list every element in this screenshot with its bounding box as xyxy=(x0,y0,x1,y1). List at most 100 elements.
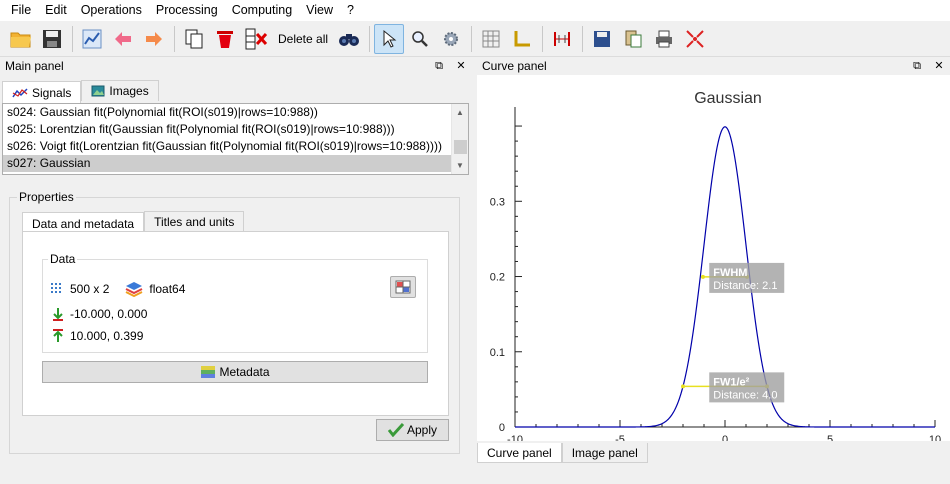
fullscreen-icon[interactable] xyxy=(680,24,710,54)
menu-processing[interactable]: Processing xyxy=(149,0,225,21)
data-size-value: 500 x 2 xyxy=(70,282,110,296)
dtype-layers-icon xyxy=(125,282,143,297)
grid-icon[interactable] xyxy=(476,24,506,54)
copy-plot-icon[interactable] xyxy=(618,24,648,54)
curve-panel-title: Curve panel xyxy=(477,58,950,75)
y-tick-label: 0.1 xyxy=(490,347,505,359)
max-arrow-icon xyxy=(53,329,63,342)
properties-legend: Properties xyxy=(17,190,76,204)
array-size-icon xyxy=(51,283,61,293)
arrow-left-icon[interactable] xyxy=(108,24,138,54)
annotation-label: FWHM xyxy=(713,267,747,279)
print-icon[interactable] xyxy=(649,24,679,54)
toolbar-separator xyxy=(542,25,544,52)
y-tick-label: 0 xyxy=(499,422,505,434)
toolbar-separator xyxy=(369,25,371,52)
x-tick-label: 0 xyxy=(722,434,728,441)
menu-bar: File Edit Operations Processing Computin… xyxy=(0,0,950,21)
x-tick-label: -10 xyxy=(507,434,523,441)
annotation-distance: Distance: 4.0 xyxy=(713,389,777,401)
binoculars-icon[interactable] xyxy=(334,24,364,54)
main-toolbar: Delete all xyxy=(0,21,950,57)
chart-title: Gaussian xyxy=(694,90,762,107)
data-legend: Data xyxy=(48,252,78,266)
tab-image-panel[interactable]: Image panel xyxy=(561,443,648,463)
open-folder-icon[interactable] xyxy=(6,24,36,54)
menu-operations[interactable]: Operations xyxy=(74,0,149,21)
list-item[interactable]: s025: Lorentzian fit(Gaussian fit(Polyno… xyxy=(3,121,468,138)
plot-area[interactable]: Gaussian -10 -5 0 5 10 0 0.1 0.2 0.3 FWHM Distanc… xyxy=(477,75,950,446)
data-max-row: 10.000, 0.399 xyxy=(52,329,143,343)
x-tick-label: 10 xyxy=(929,434,941,441)
x-tick-label: 5 xyxy=(827,434,833,441)
metadata-button-label: Metadata xyxy=(219,365,270,379)
close-icon[interactable]: ✕ xyxy=(932,58,946,75)
scrollbar-thumb[interactable] xyxy=(454,140,467,154)
close-icon[interactable]: ✕ xyxy=(454,58,468,75)
metadata-button[interactable]: Metadata xyxy=(42,361,428,383)
view-data-button[interactable] xyxy=(390,276,416,298)
images-icon xyxy=(91,85,105,97)
y-tick-label: 0.3 xyxy=(490,196,505,208)
menu-edit[interactable]: Edit xyxy=(38,0,74,21)
undock-icon[interactable]: ⧉ xyxy=(910,58,924,75)
table-view-icon xyxy=(395,280,411,294)
data-dtype-value: float64 xyxy=(149,282,186,296)
list-item[interactable]: s027: Gaussian xyxy=(3,155,468,172)
save-plot-icon[interactable] xyxy=(587,24,617,54)
signal-list[interactable]: s024: Gaussian fit(Polynomial fit(ROI(s0… xyxy=(2,103,469,175)
y-tick-label: 0.2 xyxy=(490,272,505,284)
tab-titles-and-units[interactable]: Titles and units xyxy=(144,211,245,232)
menu-file[interactable]: File xyxy=(4,0,38,21)
menu-computing[interactable]: Computing xyxy=(225,0,299,21)
properties-tabs: Data and metadata Titles and units xyxy=(22,211,245,234)
data-min-value: -10.000, 0.000 xyxy=(70,307,148,321)
signal-list-scrollbar[interactable]: ▲ ▼ xyxy=(451,104,468,174)
delete-icon[interactable] xyxy=(210,24,240,54)
tab-images[interactable]: Images xyxy=(81,80,159,101)
toolbar-separator xyxy=(174,25,175,52)
tab-signals[interactable]: Signals xyxy=(2,81,82,103)
x-tick-label: -5 xyxy=(615,434,625,441)
data-size-row: 500 x 2 float64 xyxy=(50,281,185,297)
menu-view[interactable]: View xyxy=(299,0,340,21)
toolbar-separator xyxy=(72,25,73,52)
undock-icon[interactable]: ⧉ xyxy=(432,58,446,75)
distance-marker-icon[interactable] xyxy=(547,24,577,54)
signals-icon xyxy=(12,87,28,97)
chart-marks: FWHMDistance: 2.1 FW1/e²Distance: 4.0 xyxy=(515,126,935,428)
annotation-distance: Distance: 2.1 xyxy=(713,280,777,292)
select-cursor-icon[interactable] xyxy=(374,23,405,54)
copy-icon[interactable] xyxy=(179,24,209,54)
tab-signals-label: Signals xyxy=(32,85,72,100)
tab-images-label: Images xyxy=(109,84,149,98)
main-panel-title: Main panel xyxy=(0,58,472,75)
new-signal-icon[interactable] xyxy=(77,24,107,54)
arrow-right-icon[interactable] xyxy=(139,24,169,54)
data-min-row: -10.000, 0.000 xyxy=(52,307,147,321)
axes-icon[interactable] xyxy=(507,24,537,54)
delete-all-button[interactable]: Delete all xyxy=(272,24,334,54)
apply-button-label: Apply xyxy=(406,423,438,437)
panel-tabs: Signals Images xyxy=(2,80,159,103)
list-item[interactable]: s026: Voigt fit(Lorentzian fit(Gaussian … xyxy=(3,138,468,155)
zoom-icon[interactable] xyxy=(405,24,435,54)
toolbar-separator xyxy=(471,25,473,52)
min-arrow-icon xyxy=(53,308,63,321)
list-item[interactable]: s024: Gaussian fit(Polynomial fit(ROI(s0… xyxy=(3,104,468,121)
menu-help[interactable]: ? xyxy=(340,0,361,21)
curve-panel: Curve panel ⧉ ✕ Gaussian -10 -5 0 5 10 0 0.1 0.… xyxy=(477,58,950,464)
plot-panel-tabs: Curve panel Image panel xyxy=(477,443,648,463)
data-max-value: 10.000, 0.399 xyxy=(70,329,144,343)
toolbar-separator xyxy=(582,25,584,52)
save-icon[interactable] xyxy=(37,24,67,54)
tab-curve-panel[interactable]: Curve panel xyxy=(477,443,562,463)
annotation-endpoint xyxy=(681,384,685,389)
check-icon xyxy=(387,423,404,437)
scroll-down-icon[interactable]: ▼ xyxy=(452,157,468,174)
gaussian-chart[interactable]: Gaussian -10 -5 0 5 1000.10.20.3 FWHMDistanc… xyxy=(477,75,950,446)
scroll-up-icon[interactable]: ▲ xyxy=(452,104,468,121)
delete-rows-icon[interactable] xyxy=(241,24,271,54)
settings-gear-icon[interactable] xyxy=(436,24,466,54)
apply-button[interactable]: Apply xyxy=(376,419,449,441)
